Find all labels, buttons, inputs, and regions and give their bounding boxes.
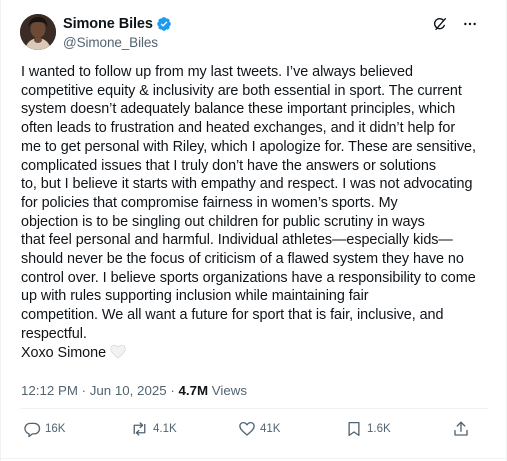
verified-badge-icon <box>156 16 172 32</box>
tweet-line: I wanted to follow up from my last tweet… <box>21 64 413 80</box>
tweet-text: I wanted to follow up from my last tweet… <box>21 63 491 362</box>
repost-button[interactable]: 4.1K <box>130 420 177 438</box>
bookmark-icon <box>345 420 363 438</box>
tweet-signoff: Xoxo Simone <box>21 344 107 361</box>
bookmark-button[interactable]: 1.6K <box>345 420 391 438</box>
like-count: 41K <box>260 423 281 435</box>
bookmark-count: 1.6K <box>367 423 391 435</box>
tweet-line: that feel personal and harmful. Individu… <box>21 232 453 249</box>
tweet-line: to, but I believe it starts with empathy… <box>21 176 473 193</box>
bottom-border <box>1 458 507 459</box>
author-names: Simone Biles @Simone_Biles <box>63 15 172 50</box>
tweet-line: respectful. <box>21 325 87 342</box>
meta-separator: · <box>166 383 179 398</box>
reply-count: 16K <box>45 423 66 435</box>
tweet-line: system doesn’t adequately balance these … <box>21 101 456 118</box>
like-button[interactable]: 41K <box>238 420 280 438</box>
avatar-image <box>20 14 56 50</box>
white-heart-emoji-icon <box>110 344 126 359</box>
action-bar: 16K 4.1K 41K 1.6K <box>1 420 507 444</box>
repost-icon <box>130 420 149 438</box>
tweet-line: competition. We all want a future for sp… <box>21 307 444 324</box>
tweet-line: should never be the focus of criticism o… <box>21 251 464 268</box>
views-label: Views <box>208 383 247 398</box>
header-actions <box>432 16 478 32</box>
tweet-line: me to get personal with Riley, which I a… <box>21 138 476 155</box>
share-icon <box>452 420 470 438</box>
tweet-signoff-line: Xoxo Simone <box>21 344 491 363</box>
tweet-line: objection is to be singling out children… <box>21 213 425 230</box>
views-count: 4.7M <box>178 383 209 398</box>
repost-count: 4.1K <box>153 423 177 435</box>
more-icon[interactable] <box>462 16 478 32</box>
reply-icon <box>23 420 41 438</box>
tweet-card: Simone Biles @Simone_Biles I wanted to f… <box>0 0 507 461</box>
divider <box>20 408 488 409</box>
share-button[interactable] <box>452 420 470 438</box>
tweet-time[interactable]: 12:12 PM <box>21 383 78 398</box>
tweet-line: for policies that compromise fairness in… <box>21 194 398 211</box>
user-handle[interactable]: @Simone_Biles <box>63 35 172 50</box>
avatar[interactable] <box>20 14 56 50</box>
reply-button[interactable]: 16K <box>23 420 65 438</box>
heart-icon <box>238 420 256 438</box>
tweet-line: complicated issues that I truly don’t ha… <box>21 157 436 174</box>
meta-separator: · <box>77 383 90 398</box>
grok-icon[interactable] <box>432 16 448 32</box>
tweet-line: competitive equity & inclusivity are bot… <box>21 82 462 99</box>
display-name[interactable]: Simone Biles <box>63 16 153 32</box>
tweet-line: control over. I believe sports organizat… <box>21 269 476 286</box>
tweet-line: up with rules supporting inclusion while… <box>21 288 369 305</box>
tweet-header: Simone Biles @Simone_Biles <box>1 0 507 60</box>
tweet-line: often leads to frustration and heated ex… <box>21 120 456 137</box>
tweet-date[interactable]: Jun 10, 2025 <box>90 383 167 398</box>
tweet-meta: 12:12 PM · Jun 10, 2025 · 4.7M Views <box>21 383 247 398</box>
